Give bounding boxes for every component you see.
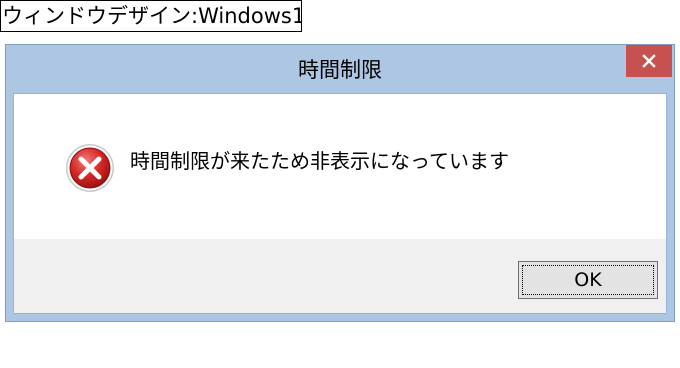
dialog-body: 時間制限が来たため非表示になっています OK (13, 93, 667, 314)
error-icon (66, 144, 114, 192)
message-area: 時間制限が来たため非表示になっています (14, 94, 666, 239)
close-button[interactable] (626, 45, 672, 77)
message-dialog: 時間制限 時間制限が来たため非表示になっています OK (5, 44, 675, 322)
design-caption: ウィンドウデザイン:Windows10 (0, 0, 302, 32)
ok-button[interactable]: OK (518, 261, 658, 299)
dialog-title: 時間制限 (298, 58, 382, 82)
button-area: OK (14, 239, 666, 313)
dialog-message: 時間制限が来たため非表示になっています (130, 149, 509, 173)
title-bar[interactable]: 時間制限 (6, 45, 674, 93)
ok-button-label: OK (574, 269, 602, 291)
close-icon (642, 54, 656, 68)
